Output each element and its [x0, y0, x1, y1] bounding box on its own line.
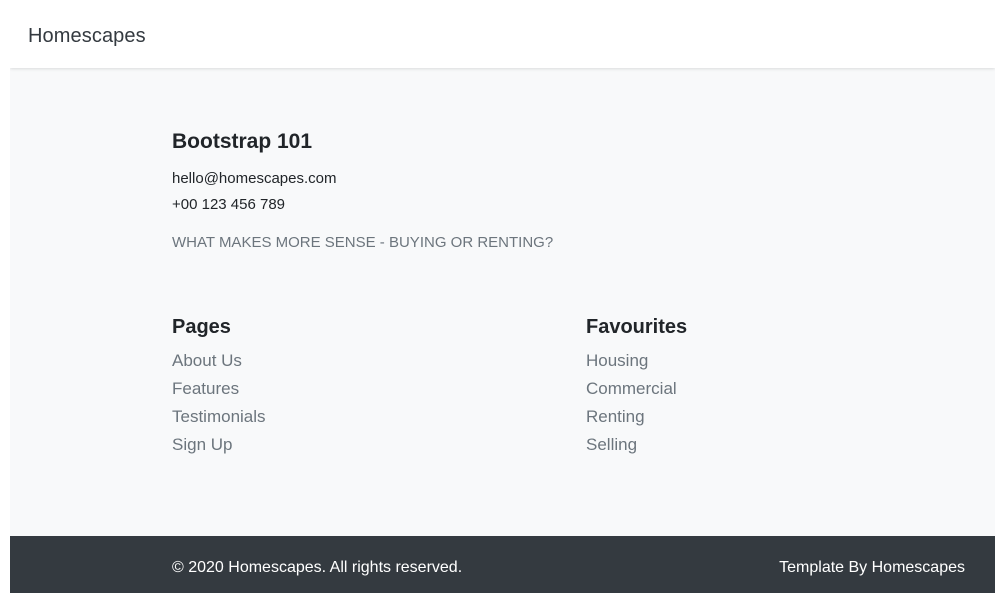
pages-link-about-us[interactable]: About Us [172, 347, 266, 375]
pages-link-features[interactable]: Features [172, 375, 266, 403]
contact-email: hello@homescapes.com [172, 170, 337, 187]
page-frame: Homescapes Bootstrap 101 hello@homescape… [10, 10, 995, 593]
copyright-text: © 2020 Homescapes. All rights reserved. [172, 559, 463, 576]
contact-section: Bootstrap 101 hello@homescapes.com +00 1… [172, 130, 553, 251]
pages-column: Pages About Us Features Testimonials Sig… [172, 316, 266, 459]
favourites-title: Favourites [586, 316, 688, 338]
pages-title: Pages [172, 316, 231, 338]
contact-phone: +00 123 456 789 [172, 196, 286, 213]
footer-bar: © 2020 Homescapes. All rights reserved. … [10, 536, 995, 593]
favourites-link-selling[interactable]: Selling [586, 431, 687, 459]
pages-link-sign-up[interactable]: Sign Up [172, 431, 266, 459]
pages-link-testimonials[interactable]: Testimonials [172, 403, 266, 431]
favourites-link-renting[interactable]: Renting [586, 403, 687, 431]
favourites-link-housing[interactable]: Housing [586, 347, 687, 375]
favourites-link-commercial[interactable]: Commercial [586, 375, 687, 403]
template-by-link[interactable]: Template By Homescapes [779, 559, 965, 577]
brand-link[interactable]: Homescapes [28, 25, 146, 48]
contact-tagline: WHAT MAKES MORE SENSE - BUYING OR RENTIN… [172, 234, 554, 251]
favourites-column: Favourites Housing Commercial Renting Se… [586, 316, 687, 459]
contact-title: Bootstrap 101 [172, 130, 313, 153]
navbar: Homescapes [10, 10, 995, 68]
